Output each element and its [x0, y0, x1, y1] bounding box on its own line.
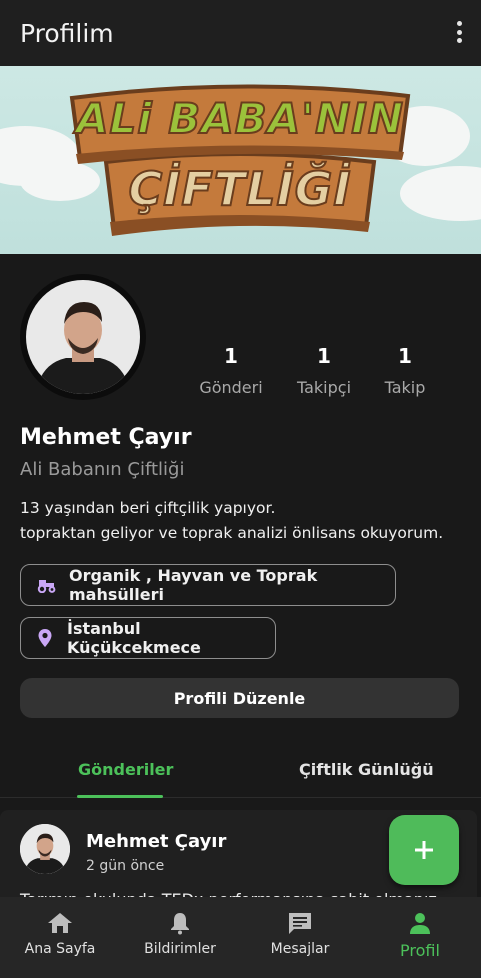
- nav-home-label: Ana Sayfa: [24, 941, 96, 957]
- nav-messages-label: Mesajlar: [270, 941, 330, 957]
- home-icon: [48, 913, 72, 933]
- post-avatar-photo: [20, 824, 70, 874]
- stat-following[interactable]: 1 Takip: [360, 344, 450, 397]
- farm-name: Ali Babanın Çiftliği: [20, 459, 185, 480]
- app-bar: Profilim: [0, 0, 481, 66]
- nav-profile-label: Profil: [400, 941, 440, 960]
- tractor-icon: [37, 577, 57, 593]
- bottom-navigation: Ana Sayfa Bildirimler Mesajlar Profil: [0, 897, 481, 978]
- stat-following-label: Takip: [384, 378, 426, 397]
- stat-following-count: 1: [398, 344, 412, 368]
- profile-name: Mehmet Çayır: [20, 425, 192, 450]
- tab-active-indicator: [77, 795, 163, 798]
- person-icon: [410, 913, 430, 934]
- nav-notifications[interactable]: Bildirimler: [120, 897, 240, 978]
- edit-profile-button[interactable]: Profili Düzenle: [20, 678, 459, 718]
- stat-posts[interactable]: 1 Gönderi: [186, 344, 276, 397]
- tab-posts[interactable]: Gönderiler: [78, 760, 173, 779]
- post-author-avatar[interactable]: [20, 824, 70, 874]
- nav-profile[interactable]: Profil: [360, 897, 480, 978]
- stat-posts-label: Gönderi: [199, 378, 263, 397]
- banner-title-line2: ÇİFTLİĞİ: [128, 161, 352, 217]
- stat-followers[interactable]: 1 Takipçi: [279, 344, 369, 397]
- profile-avatar[interactable]: [20, 274, 146, 400]
- bell-icon: [171, 913, 189, 935]
- profile-tabs: Gönderiler Çiftlik Günlüğü: [0, 740, 481, 798]
- cover-banner: ALi BABA'NIN ÇİFTLİĞİ: [0, 66, 481, 254]
- more-options-icon[interactable]: [453, 18, 465, 46]
- banner-title-line1: ALi BABA'NIN: [75, 93, 405, 144]
- location-chip: İstanbul Küçükcekmece: [20, 617, 276, 659]
- nav-messages[interactable]: Mesajlar: [240, 897, 360, 978]
- post-author-name[interactable]: Mehmet Çayır: [86, 831, 226, 852]
- page-title: Profilim: [20, 18, 114, 48]
- plus-icon: [415, 841, 433, 859]
- post-timestamp: 2 gün önce: [86, 858, 165, 874]
- avatar-photo: [26, 280, 140, 394]
- stat-followers-label: Takipçi: [296, 378, 352, 397]
- tab-farm-diary[interactable]: Çiftlik Günlüğü: [299, 760, 434, 779]
- location-pin-icon: [37, 628, 55, 648]
- nav-home[interactable]: Ana Sayfa: [0, 897, 120, 978]
- profile-bio: 13 yaşından beri çiftçilik yapıyor. topr…: [20, 499, 444, 542]
- stat-followers-count: 1: [317, 344, 331, 368]
- message-icon: [289, 913, 311, 934]
- location-chip-text: İstanbul Küçükcekmece: [67, 619, 201, 657]
- add-post-button[interactable]: [389, 815, 459, 885]
- products-chip: Organik , Hayvan ve Toprak mahsülleri: [20, 564, 396, 606]
- nav-notifications-label: Bildirimler: [144, 941, 216, 957]
- products-chip-text: Organik , Hayvan ve Toprak mahsülleri: [69, 566, 318, 604]
- stat-posts-count: 1: [224, 344, 238, 368]
